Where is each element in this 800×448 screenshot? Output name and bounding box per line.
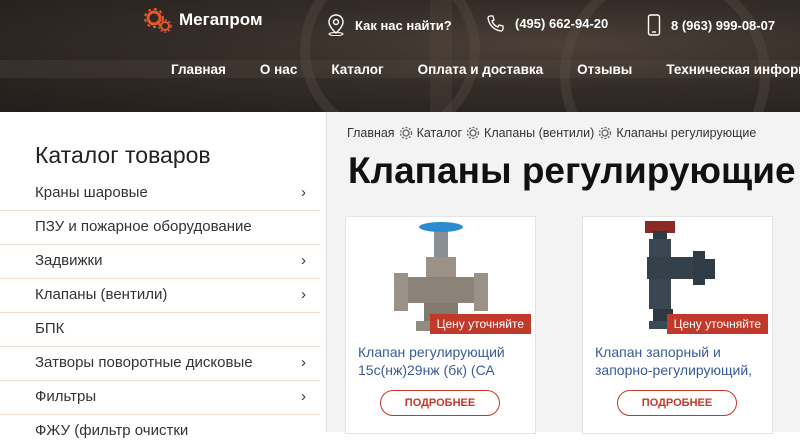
product-card[interactable]: Цену уточняйте Клапан регулирующий 15с(н… [345, 216, 536, 434]
nav-home[interactable]: Главная [171, 62, 226, 77]
details-button[interactable]: ПОДРОБНЕЕ [380, 390, 500, 416]
product-name-link[interactable]: Клапан регулирующий 15с(нж)29нж (бк) (СА [358, 343, 528, 379]
breadcrumb: Главная Каталог Клапаны (вентили) Клапан… [347, 126, 756, 140]
product-card[interactable]: Цену уточняйте Клапан запорный и запорно… [582, 216, 773, 434]
phone-mobile[interactable]: 8 (963) 999-08-07 [647, 14, 775, 36]
phone-number: (495) 662-94-20 [515, 15, 609, 31]
gear-icon [144, 8, 172, 33]
mobile-number: 8 (963) 999-08-07 [671, 17, 776, 33]
sidebar-item-label: ПЗУ и пожарное оборудование [35, 218, 252, 235]
catalog-sidebar: Каталог товаров Краны шаровые › ПЗУ и по… [0, 112, 327, 439]
sidebar-item-label: Задвижки [35, 252, 103, 269]
gear-icon [466, 126, 480, 140]
find-us-text: Как нас найти? [355, 17, 452, 33]
product-name-link[interactable]: Клапан запорный и запорно-регулирующий, [595, 343, 765, 379]
sidebar-item-label: Клапаны (вентили) [35, 286, 168, 303]
sidebar-item-label: Затворы поворотные дисковые [35, 354, 253, 371]
phone-landline[interactable]: (495) 662-94-20 [487, 14, 608, 32]
map-pin-icon [328, 14, 344, 36]
nav-about[interactable]: О нас [260, 62, 297, 77]
sidebar-item-label: Фильтры [35, 388, 97, 405]
details-button[interactable]: ПОДРОБНЕЕ [617, 390, 737, 416]
logo-text: Мегапром [179, 10, 263, 29]
breadcrumb-current: Клапаны регулирующие [616, 126, 757, 140]
nav-reviews[interactable]: Отзывы [577, 62, 632, 77]
page-title: Клапаны регулирующие [348, 150, 796, 191]
sidebar-item-ball-valves[interactable]: Краны шаровые › [0, 176, 320, 211]
site-logo[interactable]: Мегапром [143, 5, 263, 35]
breadcrumb-home[interactable]: Главная [347, 126, 395, 140]
sidebar-title: Каталог товаров [35, 142, 211, 168]
breadcrumb-catalog[interactable]: Каталог [417, 126, 462, 140]
nav-tech-info[interactable]: Техническая информация [666, 62, 800, 77]
chevron-right-icon: › [301, 184, 306, 201]
sidebar-item-label: ФЖУ (фильтр очистки [35, 422, 189, 439]
sidebar-item-filters[interactable]: Фильтры › [0, 380, 320, 415]
chevron-right-icon: › [301, 354, 306, 371]
sidebar-item-label: БПК [35, 320, 65, 337]
main-navigation: Главная О нас Каталог Оплата и доставка … [171, 62, 800, 77]
price-badge: Цену уточняйте [666, 314, 768, 334]
mobile-icon [647, 14, 661, 36]
find-us-link[interactable]: Как нас найти? [327, 14, 452, 36]
sidebar-item-label: Краны шаровые [35, 184, 148, 201]
breadcrumb-valves[interactable]: Клапаны (вентили) [484, 126, 594, 140]
chevron-right-icon: › [301, 286, 306, 303]
main-content: Главная Каталог Клапаны (вентили) Клапан… [327, 112, 800, 434]
sidebar-item-fire-equipment[interactable]: ПЗУ и пожарное оборудование [0, 210, 320, 245]
sidebar-item-bpk[interactable]: БПК [0, 312, 320, 347]
sidebar-item-valves[interactable]: Клапаны (вентили) › [0, 278, 320, 313]
nav-payment-delivery[interactable]: Оплата и доставка [418, 62, 544, 77]
sidebar-item-butterfly-valves[interactable]: Затворы поворотные дисковые › [0, 346, 320, 381]
gear-icon [399, 126, 412, 140]
chevron-right-icon: › [301, 252, 306, 269]
gear-icon [599, 126, 612, 140]
phone-icon [487, 15, 504, 32]
nav-catalog[interactable]: Каталог [331, 62, 383, 77]
sidebar-item-fzhu[interactable]: ФЖУ (фильтр очистки [0, 414, 320, 448]
price-badge: Цену уточняйте [429, 314, 531, 334]
site-header: Мегапром Как нас найти? (495) 662-94-20 … [0, 0, 800, 112]
sidebar-item-gate-valves[interactable]: Задвижки › [0, 244, 320, 279]
chevron-right-icon: › [301, 388, 306, 405]
